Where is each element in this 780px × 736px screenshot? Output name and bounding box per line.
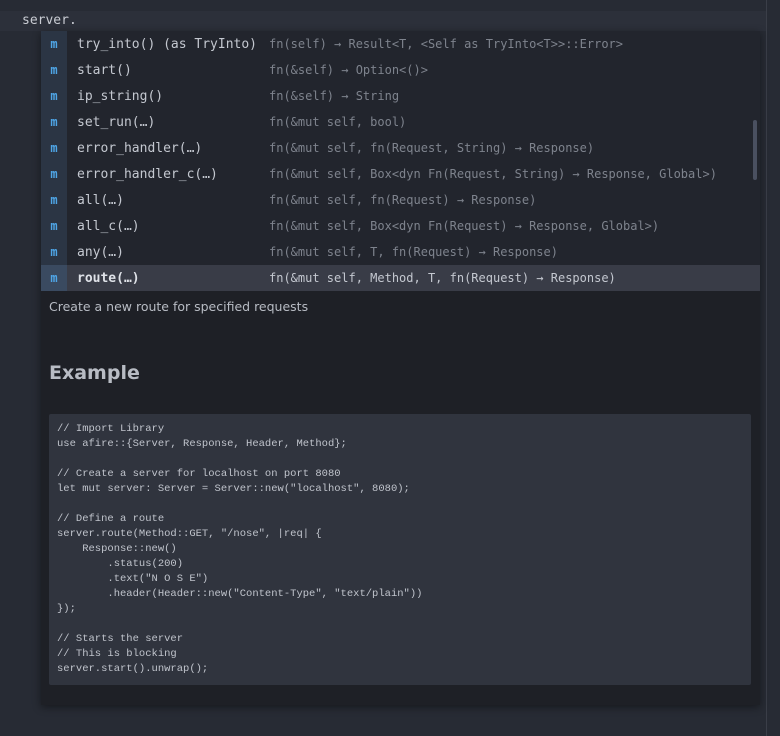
completion-item[interactable]: m route(…) fn(&mut self, Method, T, fn(R… — [41, 265, 760, 291]
completion-detail: fn(&mut self, T, fn(Request) → Response) — [269, 245, 558, 259]
completion-detail: fn(&self) → String — [269, 89, 400, 103]
completion-list: m try_into() (as TryInto) fn(self) → Res… — [41, 31, 760, 291]
completion-detail: fn(&mut self, Box<dyn Fn(Request) → Resp… — [269, 219, 660, 233]
method-icon: m — [41, 161, 67, 187]
completion-item[interactable]: m all_c(…) fn(&mut self, Box<dyn Fn(Requ… — [41, 213, 760, 239]
completion-label: any(…) — [77, 244, 124, 260]
method-icon: m — [41, 187, 67, 213]
completion-detail: fn(&mut self, bool) — [269, 115, 407, 129]
completion-item[interactable]: m set_run(…) fn(&mut self, bool) — [41, 109, 760, 135]
completion-label: error_handler(…) — [77, 140, 203, 156]
completion-detail: fn(self) → Result<T, <Self as TryInto<T>… — [269, 37, 624, 51]
editor-line[interactable]: server. — [22, 13, 77, 28]
completion-item[interactable]: m ip_string() fn(&self) → String — [41, 83, 760, 109]
completion-detail: fn(&mut self, Method, T, fn(Request) → R… — [269, 271, 616, 285]
completion-detail: fn(&mut self, fn(Request) → Response) — [269, 193, 537, 207]
completion-item[interactable]: m any(…) fn(&mut self, T, fn(Request) → … — [41, 239, 760, 265]
completion-item[interactable]: m error_handler_c(…) fn(&mut self, Box<d… — [41, 161, 760, 187]
completion-detail: fn(&mut self, Box<dyn Fn(Request, String… — [269, 167, 717, 181]
method-icon: m — [41, 265, 67, 291]
method-icon: m — [41, 31, 67, 57]
completion-label: set_run(…) — [77, 114, 156, 130]
doc-description: Create a new route for specified request… — [49, 299, 309, 314]
completion-label: all_c(…) — [77, 218, 140, 234]
completion-item[interactable]: m try_into() (as TryInto) fn(self) → Res… — [41, 31, 760, 57]
completion-label: ip_string() — [77, 88, 164, 104]
method-icon: m — [41, 239, 67, 265]
completion-popup: m try_into() (as TryInto) fn(self) → Res… — [41, 31, 760, 705]
completion-item[interactable]: m error_handler(…) fn(&mut self, fn(Requ… — [41, 135, 760, 161]
documentation-panel: Create a new route for specified request… — [41, 291, 760, 705]
method-icon: m — [41, 213, 67, 239]
editor-ruler — [766, 0, 767, 736]
completion-item[interactable]: m all(…) fn(&mut self, fn(Request) → Res… — [41, 187, 760, 213]
completion-label: all(…) — [77, 192, 124, 208]
completion-label: try_into() (as TryInto) — [77, 36, 258, 52]
completion-scrollbar[interactable] — [753, 120, 757, 180]
method-icon: m — [41, 135, 67, 161]
completion-label: route(…) — [77, 270, 140, 286]
completion-item[interactable]: m start() fn(&self) → Option<()> — [41, 57, 760, 83]
completion-label: error_handler_c(…) — [77, 166, 218, 182]
completion-detail: fn(&self) → Option<()> — [269, 63, 428, 77]
method-icon: m — [41, 109, 67, 135]
doc-code-block: // Import Library use afire::{Server, Re… — [49, 414, 751, 685]
method-icon: m — [41, 83, 67, 109]
completion-detail: fn(&mut self, fn(Request, String) → Resp… — [269, 141, 595, 155]
method-icon: m — [41, 57, 67, 83]
completion-label: start() — [77, 62, 132, 78]
current-line-highlight — [0, 11, 766, 31]
doc-heading: Example — [49, 362, 140, 384]
